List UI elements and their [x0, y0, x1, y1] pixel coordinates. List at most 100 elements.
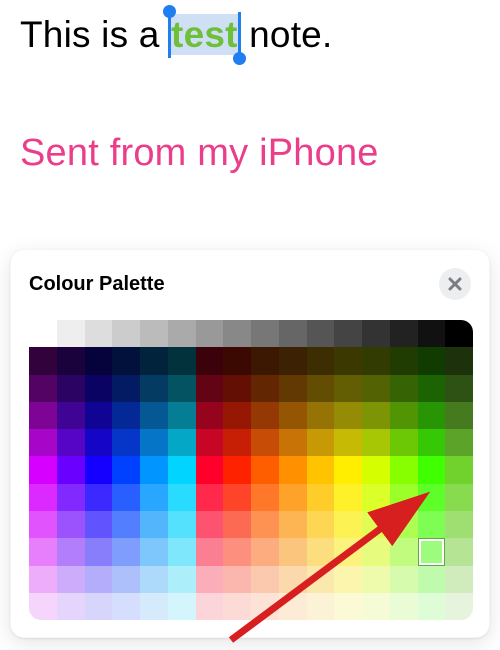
colour-swatch[interactable] — [85, 320, 113, 347]
colour-swatch[interactable] — [390, 320, 418, 347]
colour-swatch[interactable] — [196, 484, 224, 511]
colour-swatch[interactable] — [307, 429, 335, 456]
colour-swatch[interactable] — [307, 566, 335, 593]
colour-swatch[interactable] — [251, 456, 279, 483]
colour-swatch[interactable] — [112, 429, 140, 456]
colour-swatch[interactable] — [112, 538, 140, 565]
colour-swatch[interactable] — [168, 429, 196, 456]
colour-swatch[interactable] — [29, 347, 57, 374]
colour-swatch[interactable] — [85, 347, 113, 374]
colour-swatch[interactable] — [334, 511, 362, 538]
colour-swatch[interactable] — [445, 456, 473, 483]
colour-swatch[interactable] — [418, 566, 446, 593]
colour-swatch[interactable] — [57, 429, 85, 456]
colour-swatch[interactable] — [196, 456, 224, 483]
colour-swatch[interactable] — [223, 429, 251, 456]
colour-swatch[interactable] — [29, 538, 57, 565]
colour-swatch[interactable] — [196, 429, 224, 456]
colour-swatch[interactable] — [140, 375, 168, 402]
colour-swatch[interactable] — [112, 566, 140, 593]
colour-swatch[interactable] — [251, 566, 279, 593]
colour-swatch[interactable] — [279, 402, 307, 429]
colour-swatch[interactable] — [112, 593, 140, 620]
colour-swatch[interactable] — [251, 375, 279, 402]
colour-swatch[interactable] — [223, 593, 251, 620]
colour-swatch[interactable] — [307, 593, 335, 620]
colour-swatch[interactable] — [140, 484, 168, 511]
colour-swatch[interactable] — [307, 347, 335, 374]
colour-swatch[interactable] — [279, 375, 307, 402]
colour-swatch[interactable] — [57, 402, 85, 429]
colour-swatch[interactable] — [57, 538, 85, 565]
colour-swatch[interactable] — [140, 456, 168, 483]
colour-swatch[interactable] — [57, 456, 85, 483]
colour-swatch[interactable] — [168, 538, 196, 565]
colour-swatch[interactable] — [362, 402, 390, 429]
colour-swatch-selected[interactable] — [418, 538, 446, 565]
colour-swatch[interactable] — [223, 375, 251, 402]
colour-swatch[interactable] — [251, 402, 279, 429]
colour-swatch[interactable] — [390, 375, 418, 402]
colour-swatch[interactable] — [307, 456, 335, 483]
colour-swatch[interactable] — [251, 511, 279, 538]
colour-swatch[interactable] — [279, 566, 307, 593]
colour-swatch[interactable] — [140, 402, 168, 429]
text-selection[interactable]: test — [170, 14, 239, 56]
colour-swatch[interactable] — [57, 511, 85, 538]
colour-swatch[interactable] — [445, 511, 473, 538]
colour-swatch[interactable] — [223, 402, 251, 429]
colour-swatch[interactable] — [29, 593, 57, 620]
colour-swatch[interactable] — [29, 375, 57, 402]
colour-swatch[interactable] — [307, 375, 335, 402]
colour-swatch[interactable] — [223, 538, 251, 565]
colour-swatch[interactable] — [29, 429, 57, 456]
colour-swatch[interactable] — [362, 429, 390, 456]
colour-swatch[interactable] — [445, 484, 473, 511]
colour-swatch[interactable] — [390, 593, 418, 620]
colour-swatch[interactable] — [279, 593, 307, 620]
colour-swatch[interactable] — [279, 456, 307, 483]
colour-swatch[interactable] — [29, 566, 57, 593]
colour-swatch[interactable] — [85, 511, 113, 538]
colour-swatch[interactable] — [334, 402, 362, 429]
colour-swatch[interactable] — [112, 402, 140, 429]
colour-swatch[interactable] — [196, 375, 224, 402]
colour-swatch[interactable] — [196, 566, 224, 593]
colour-swatch[interactable] — [223, 347, 251, 374]
colour-swatch[interactable] — [223, 320, 251, 347]
colour-swatch[interactable] — [168, 456, 196, 483]
colour-swatch[interactable] — [140, 593, 168, 620]
colour-swatch[interactable] — [362, 320, 390, 347]
colour-swatch[interactable] — [196, 538, 224, 565]
colour-swatch[interactable] — [140, 320, 168, 347]
colour-swatch[interactable] — [362, 593, 390, 620]
colour-swatch[interactable] — [168, 511, 196, 538]
colour-swatch[interactable] — [140, 538, 168, 565]
colour-swatch[interactable] — [418, 484, 446, 511]
colour-swatch[interactable] — [168, 347, 196, 374]
colour-swatch[interactable] — [140, 347, 168, 374]
colour-swatch[interactable] — [362, 456, 390, 483]
colour-swatch[interactable] — [445, 320, 473, 347]
colour-grid[interactable] — [29, 320, 473, 620]
colour-swatch[interactable] — [85, 456, 113, 483]
colour-swatch[interactable] — [279, 429, 307, 456]
colour-swatch[interactable] — [196, 347, 224, 374]
colour-swatch[interactable] — [168, 320, 196, 347]
colour-swatch[interactable] — [57, 566, 85, 593]
colour-swatch[interactable] — [29, 402, 57, 429]
colour-swatch[interactable] — [362, 375, 390, 402]
colour-swatch[interactable] — [168, 402, 196, 429]
colour-swatch[interactable] — [29, 320, 57, 347]
colour-swatch[interactable] — [362, 347, 390, 374]
colour-swatch[interactable] — [251, 484, 279, 511]
colour-swatch[interactable] — [362, 484, 390, 511]
colour-swatch[interactable] — [279, 347, 307, 374]
colour-swatch[interactable] — [223, 456, 251, 483]
colour-swatch[interactable] — [334, 429, 362, 456]
colour-swatch[interactable] — [279, 538, 307, 565]
colour-swatch[interactable] — [445, 566, 473, 593]
colour-swatch[interactable] — [196, 511, 224, 538]
colour-swatch[interactable] — [279, 511, 307, 538]
colour-swatch[interactable] — [362, 538, 390, 565]
